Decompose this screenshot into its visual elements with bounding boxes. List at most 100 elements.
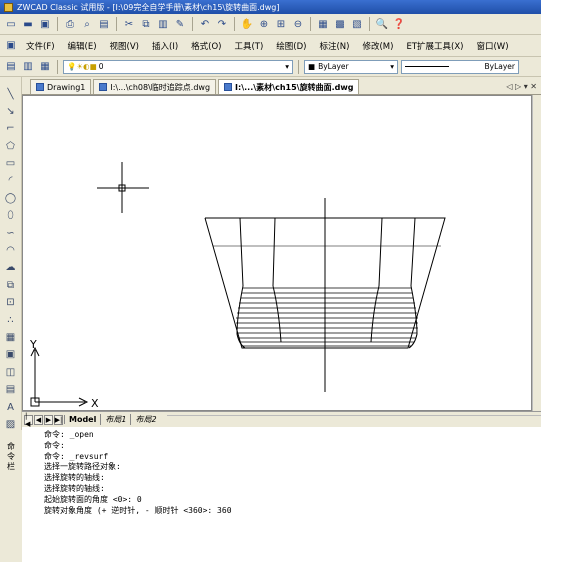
window-title: ZWCAD Classic 试用版 - [I:\09完全自学手册\素材\ch15… (17, 2, 280, 12)
hatch-icon[interactable]: ▦ (3, 330, 19, 344)
last-layout-icon[interactable]: ▶| (54, 414, 63, 425)
tab-controls[interactable]: ◁ ▷ ▾ ✕ (506, 82, 541, 94)
menu-view[interactable]: 视图(V) (105, 40, 144, 52)
new-file-icon[interactable]: ▭ (4, 17, 18, 31)
menu-edit[interactable]: 编辑(E) (63, 40, 102, 52)
polyline-icon[interactable]: ⌐ (3, 122, 19, 136)
divider (369, 17, 370, 31)
table-icon[interactable]: ▤ (3, 383, 19, 397)
layer-combo[interactable]: 💡☀◐■ 0 ▾ (63, 59, 293, 74)
linetype-combo-value: ByLayer (484, 62, 516, 71)
menu-window[interactable]: 窗口(W) (471, 40, 513, 52)
make-block-icon[interactable]: ⊡ (3, 296, 19, 310)
multiline-text-icon[interactable]: A (3, 400, 19, 414)
drawing-svg: Y X (29, 162, 446, 410)
menu-modify[interactable]: 修改(M) (357, 40, 398, 52)
drawing-file-icon (36, 83, 44, 91)
command-line: 命令: _open (44, 430, 94, 439)
ucs-x-label: X (91, 397, 99, 410)
doc-tab-tracking-point[interactable]: I:\...\ch08\临时追踪点.dwg (93, 79, 217, 94)
line-icon[interactable]: ╲ (3, 87, 19, 101)
cmd-handle-char: 栏 (7, 462, 15, 471)
insert-block-icon[interactable]: ⧉ (3, 278, 19, 292)
match-properties-icon[interactable]: ✎ (173, 17, 187, 31)
layer-manager-icon[interactable]: ▤ (4, 60, 18, 74)
command-line: 命令: (44, 440, 65, 450)
doc-tab-revolved-surface[interactable]: I:\...\素材\ch15\旋转曲面.dwg (218, 79, 360, 94)
command-line: 旋转对象角度 (+ 逆时针, - 顺时针 <360>: 360 (44, 505, 232, 515)
print-icon[interactable]: ⎙ (63, 17, 77, 31)
next-layout-icon[interactable]: ▶ (44, 414, 53, 425)
divider (57, 59, 58, 74)
prev-layout-icon[interactable]: ◀ (34, 414, 43, 425)
ucs-y-label: Y (29, 338, 37, 351)
menu-insert[interactable]: 插入(I) (147, 40, 183, 52)
print-preview-icon[interactable]: ⌕ (80, 17, 94, 31)
linetype-combo[interactable]: ByLayer (401, 59, 519, 74)
divider (310, 17, 311, 31)
publish-icon[interactable]: ▤ (97, 17, 111, 31)
region-icon[interactable]: ◫ (3, 365, 19, 379)
circle-icon[interactable]: ◯ (3, 191, 19, 205)
title-bar: ZWCAD Classic 试用版 - [I:\09完全自学手册\素材\ch15… (0, 0, 541, 14)
ellipse-arc-icon[interactable]: ◠ (3, 244, 19, 258)
properties-icon[interactable]: ▦ (316, 17, 330, 31)
save-icon[interactable]: ▣ (38, 17, 52, 31)
command-line: 选择一旋转路径对象: (44, 462, 121, 472)
linetype-sample-icon (405, 66, 449, 67)
rectangle-icon[interactable]: ▭ (3, 157, 19, 171)
tab-layout2[interactable]: 布局2 (130, 414, 160, 425)
cut-icon[interactable]: ✂ (122, 17, 136, 31)
construction-line-icon[interactable]: ↘ (3, 104, 19, 118)
zoom-previous-icon[interactable]: ⊖ (291, 17, 305, 31)
gradient-icon[interactable]: ▣ (3, 348, 19, 362)
horizontal-scrollbar[interactable] (166, 415, 541, 424)
chevron-down-icon: ▾ (285, 62, 289, 71)
search-icon[interactable]: 🔍 (375, 17, 389, 31)
arc-icon[interactable]: ◜ (3, 174, 19, 188)
tab-model[interactable]: Model (64, 415, 100, 424)
copy-icon[interactable]: ⧉ (139, 17, 153, 31)
zoom-realtime-icon[interactable]: ⊕ (257, 17, 271, 31)
tab-layout1[interactable]: 布局1 (100, 414, 130, 425)
undo-icon[interactable]: ↶ (198, 17, 212, 31)
revision-cloud-icon[interactable]: ☁ (3, 261, 19, 275)
command-window-handle[interactable]: 命 令 栏 (0, 430, 22, 562)
color-combo-value: ByLayer (318, 62, 349, 71)
layers-toolbar: ▤ ▥ ▦ 💡☀◐■ 0 ▾ ■ ByLayer ▾ ByLayer (0, 57, 541, 77)
pan-icon[interactable]: ✋ (240, 17, 254, 31)
open-folder-icon[interactable]: ▬ (21, 17, 35, 31)
cmd-handle-char: 命 (7, 442, 15, 451)
app-window: ZWCAD Classic 试用版 - [I:\09完全自学手册\素材\ch15… (0, 0, 541, 562)
tool-palette-icon[interactable]: ▧ (350, 17, 364, 31)
command-window[interactable]: 命令: _open 命令: 命令: _revsurf 选择一旋转路径对象: 选择… (22, 430, 541, 562)
paste-icon[interactable]: ▥ (156, 17, 170, 31)
drawing-canvas[interactable]: Y X (22, 95, 532, 411)
menu-dimension[interactable]: 标注(N) (314, 40, 354, 52)
redo-icon[interactable]: ↷ (215, 17, 229, 31)
doc-tab-drawing1[interactable]: Drawing1 (30, 79, 92, 94)
spline-icon[interactable]: ∽ (3, 226, 19, 240)
layer-state-icon[interactable]: ▥ (21, 60, 35, 74)
first-layout-icon[interactable]: |◀ (24, 412, 33, 428)
standard-toolbar: ▭ ▬ ▣ ⎙ ⌕ ▤ ✂ ⧉ ▥ ✎ ↶ ↷ ✋ ⊕ ⊞ ⊖ ▦ ▩ ▧ 🔍 … (0, 14, 541, 35)
zoom-window-icon[interactable]: ⊞ (274, 17, 288, 31)
layer-previous-icon[interactable]: ▦ (38, 60, 52, 74)
polygon-icon[interactable]: ⬠ (3, 139, 19, 153)
ucs-icon (30, 346, 89, 407)
menu-file[interactable]: 文件(F) (21, 40, 60, 52)
menu-tools[interactable]: 工具(T) (229, 40, 268, 52)
vertical-scrollbar[interactable] (532, 95, 541, 411)
menu-format[interactable]: 格式(O) (186, 40, 226, 52)
color-combo[interactable]: ■ ByLayer ▾ (304, 59, 398, 74)
help-icon[interactable]: ❓ (392, 17, 406, 31)
layer-combo-value: 0 (98, 62, 104, 71)
document-icon: ▣ (6, 40, 16, 51)
menu-et-tools[interactable]: ET扩展工具(X) (401, 40, 468, 52)
command-line: 选择旋转的轴线: (44, 473, 105, 483)
design-center-icon[interactable]: ▩ (333, 17, 347, 31)
layer-status-icons: 💡☀◐■ (67, 62, 97, 71)
menu-draw[interactable]: 绘图(D) (271, 40, 311, 52)
ellipse-icon[interactable]: ⬯ (3, 209, 19, 223)
point-icon[interactable]: ∴ (3, 313, 19, 327)
